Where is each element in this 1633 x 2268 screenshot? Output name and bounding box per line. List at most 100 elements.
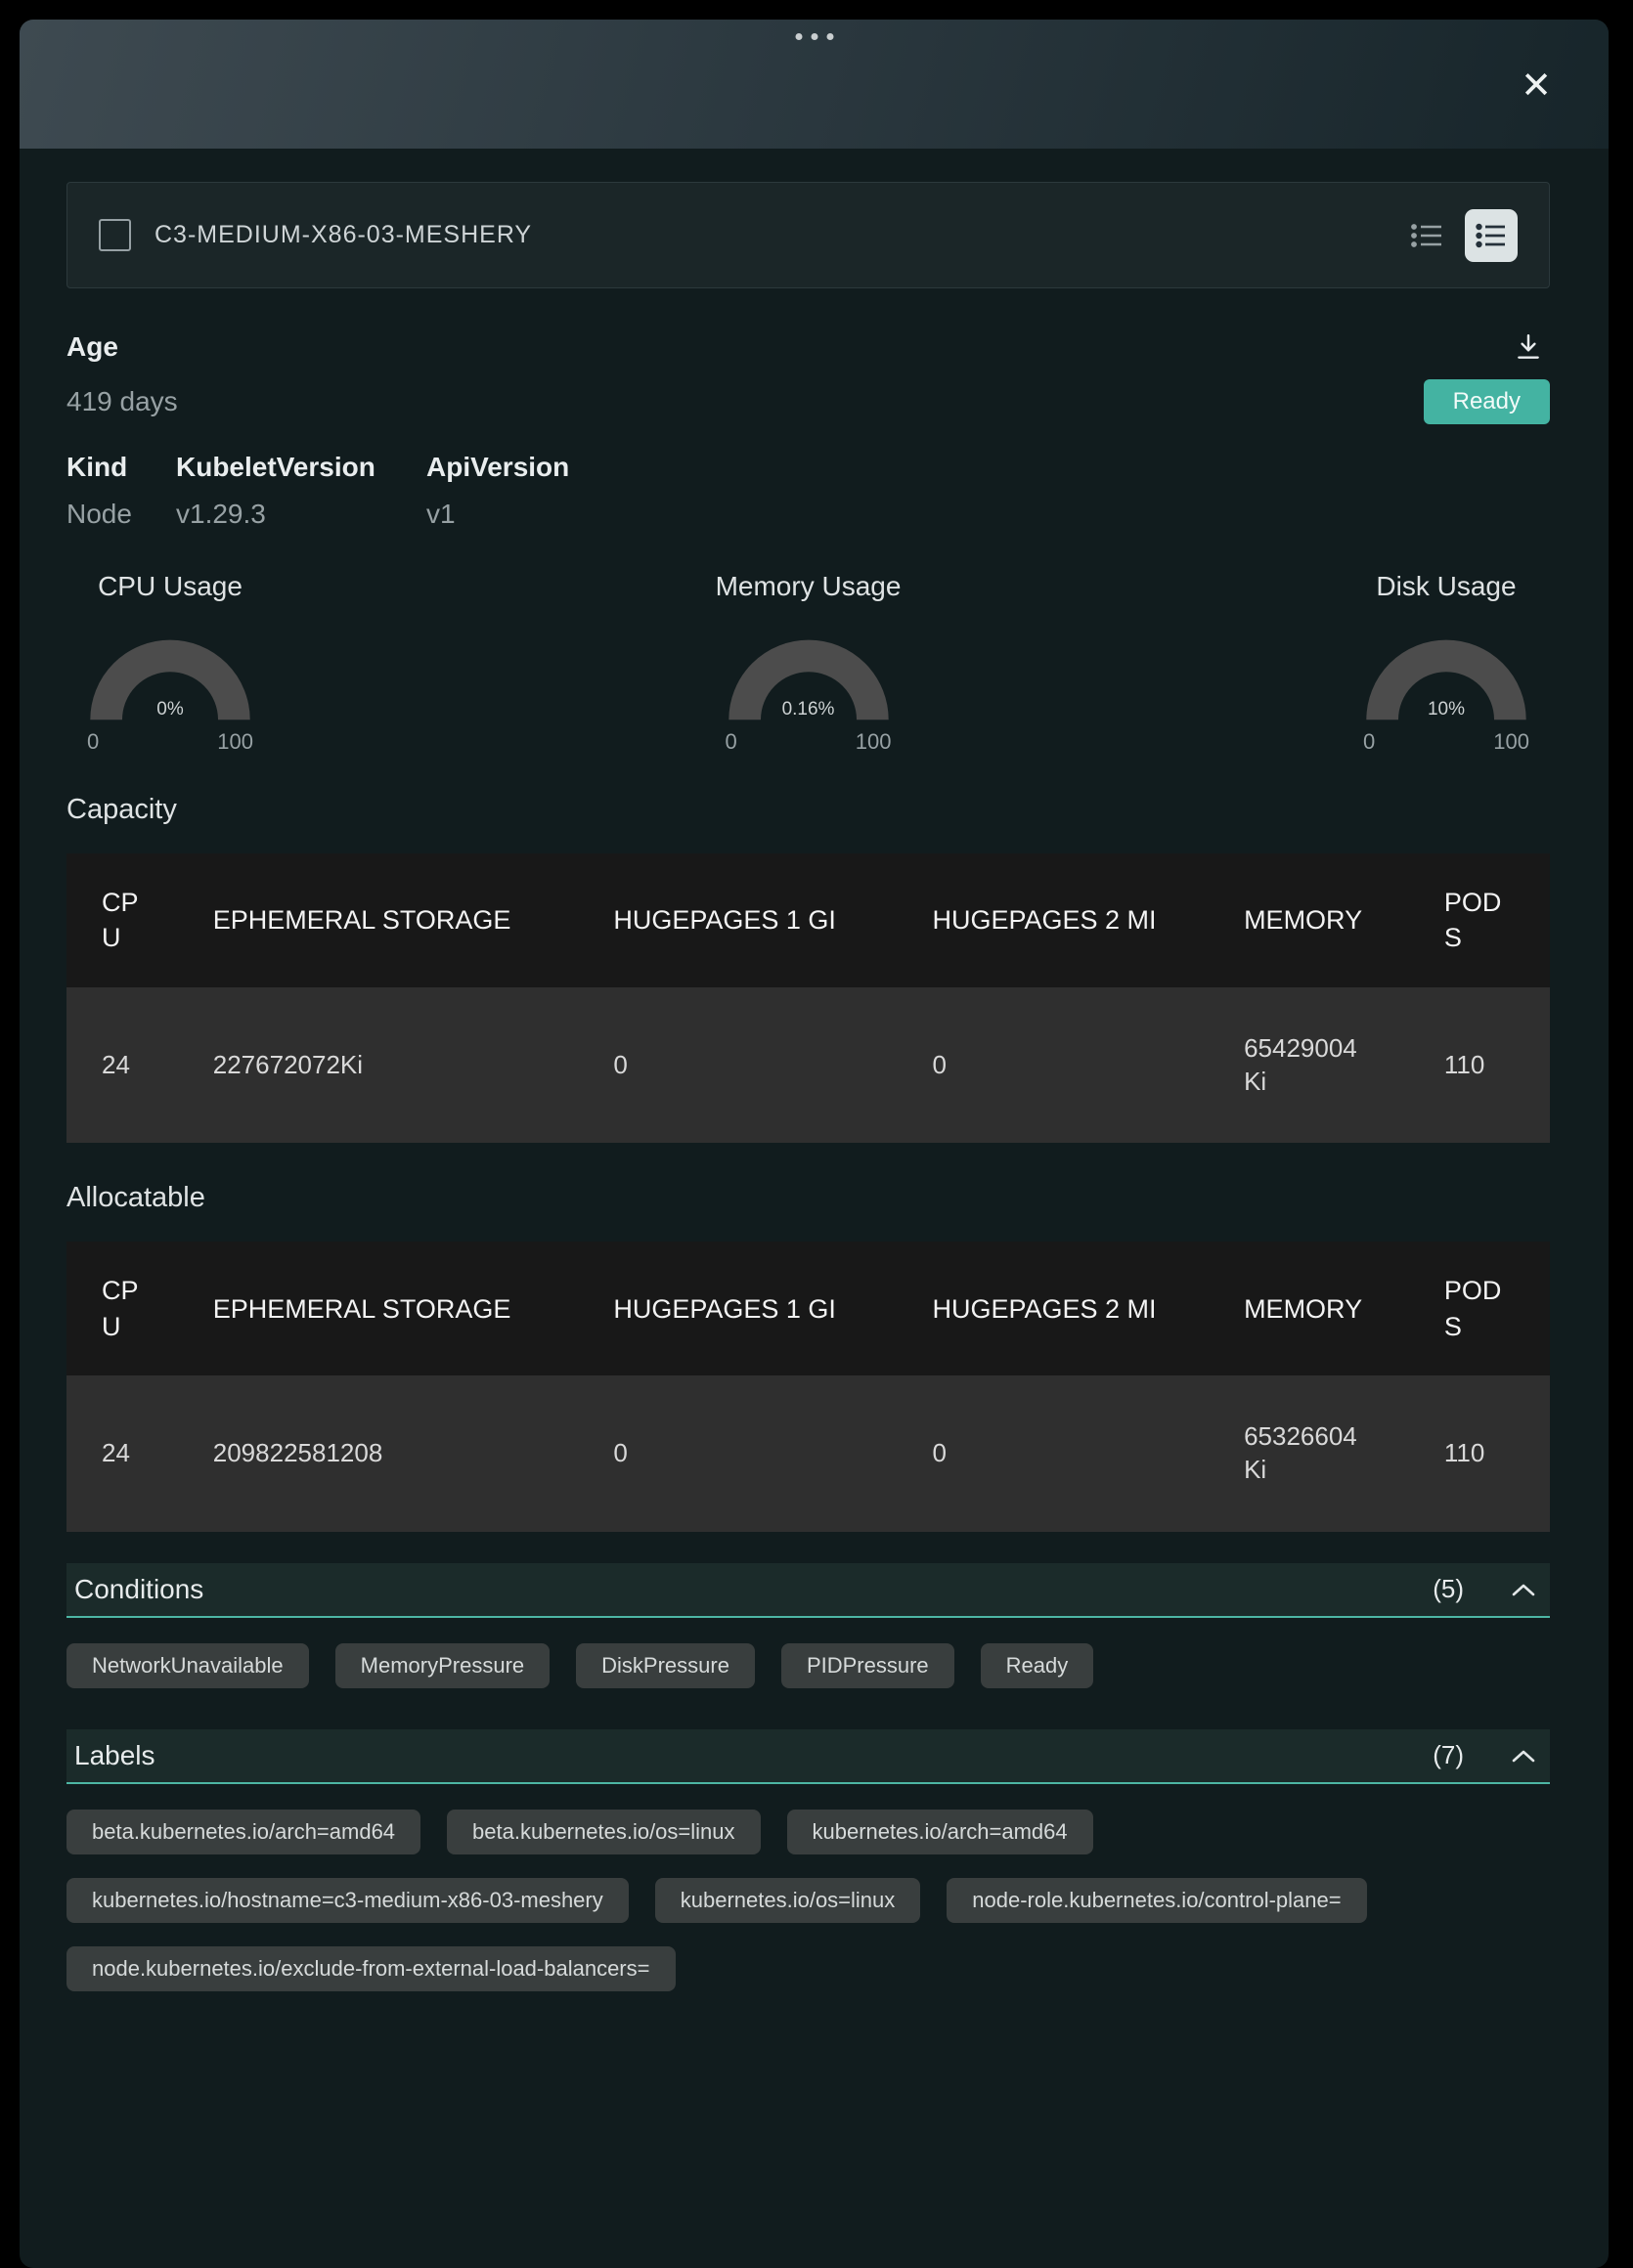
node-detail-modal: ✕ C3-MEDIUM-X86-03-MESHERY — [20, 20, 1609, 2268]
gauge-percent-label: 0.16% — [725, 699, 893, 720]
node-title: C3-MEDIUM-X86-03-MESHERY — [154, 221, 1410, 249]
compact-view-icon — [1410, 221, 1443, 250]
node-select-checkbox[interactable] — [99, 219, 131, 251]
cell: 24 — [66, 1375, 178, 1532]
gauge-min-label: 0 — [87, 729, 99, 755]
meta-kind: Kind Node — [66, 452, 176, 530]
gauge-percent-label: 10% — [1362, 699, 1530, 720]
conditions-title: Conditions — [74, 1574, 203, 1605]
cell: 0 — [898, 1375, 1210, 1532]
node-meta-row: Kind Node KubeletVersion v1.29.3 ApiVers… — [66, 452, 1550, 530]
view-toggle — [1410, 209, 1518, 262]
close-icon: ✕ — [1521, 67, 1552, 105]
condition-chip: NetworkUnavailable — [66, 1643, 309, 1688]
meta-value: v1 — [426, 499, 569, 530]
cell: 65429004Ki — [1209, 987, 1409, 1144]
conditions-section: Conditions (5) NetworkUnavailable Memory… — [66, 1563, 1550, 1688]
condition-chip: DiskPressure — [576, 1643, 755, 1688]
cell: 0 — [898, 987, 1210, 1144]
age-row: Age — [66, 331, 1550, 368]
col-header: MEMORY — [1209, 853, 1409, 987]
labels-chips: beta.kubernetes.io/arch=amd64 beta.kuber… — [66, 1810, 1550, 1991]
table-row: 24 227672072Ki 0 0 65429004Ki 110 — [66, 987, 1550, 1144]
modal-header: ✕ — [20, 20, 1609, 149]
col-header: PODS — [1409, 853, 1550, 987]
modal-content: C3-MEDIUM-X86-03-MESHERY — [20, 182, 1609, 1991]
cell: 209822581208 — [178, 1375, 579, 1532]
cpu-usage-gauge: CPU Usage 0% 0 100 — [74, 571, 266, 755]
allocatable-table: CPU EPHEMERAL STORAGE HUGEPAGES 1 GI HUG… — [66, 1242, 1550, 1531]
cell: 110 — [1409, 1375, 1550, 1532]
gauge-title: CPU Usage — [98, 571, 243, 602]
col-header: MEMORY — [1209, 1242, 1409, 1375]
meta-value: Node — [66, 499, 176, 530]
close-button[interactable]: ✕ — [1515, 65, 1558, 108]
chevron-up-icon[interactable] — [1511, 1748, 1536, 1764]
age-value-row: 419 days Ready — [66, 379, 1550, 424]
cell: 24 — [66, 987, 178, 1144]
gauge-percent-label: 0% — [86, 699, 254, 720]
labels-count: (7) — [1433, 1740, 1464, 1770]
memory-usage-gauge: Memory Usage 0.16% 0 100 — [713, 571, 905, 755]
cell: 110 — [1409, 987, 1550, 1144]
chevron-up-icon[interactable] — [1511, 1582, 1536, 1597]
capacity-table: CPU EPHEMERAL STORAGE HUGEPAGES 1 GI HUG… — [66, 853, 1550, 1143]
node-card-header: C3-MEDIUM-X86-03-MESHERY — [66, 182, 1550, 288]
col-header: EPHEMERAL STORAGE — [178, 853, 579, 987]
list-view-icon — [1476, 222, 1507, 249]
labels-title: Labels — [74, 1740, 155, 1771]
window-menu-dots-icon[interactable] — [795, 33, 833, 40]
gauge-min-label: 0 — [1363, 729, 1375, 755]
condition-chip: PIDPressure — [781, 1643, 954, 1688]
condition-chip: Ready — [981, 1643, 1094, 1688]
label-chip: node.kubernetes.io/exclude-from-external… — [66, 1946, 676, 1991]
download-icon — [1513, 331, 1544, 363]
col-header: CPU — [66, 1242, 178, 1375]
meta-value: v1.29.3 — [176, 499, 426, 530]
capacity-title: Capacity — [66, 794, 1550, 826]
age-value: 419 days — [66, 386, 178, 417]
gauge-max-label: 100 — [1493, 729, 1529, 755]
table-header-row: CPU EPHEMERAL STORAGE HUGEPAGES 1 GI HUG… — [66, 853, 1550, 987]
labels-section: Labels (7) beta.kubernetes.io/arch=amd64… — [66, 1729, 1550, 1991]
meta-label: KubeletVersion — [176, 452, 426, 483]
label-chip: beta.kubernetes.io/os=linux — [447, 1810, 760, 1854]
age-label: Age — [66, 331, 118, 363]
meta-api-version: ApiVersion v1 — [426, 452, 569, 530]
label-chip: kubernetes.io/os=linux — [655, 1878, 921, 1923]
label-chip: node-role.kubernetes.io/control-plane= — [947, 1878, 1366, 1923]
labels-section-header[interactable]: Labels (7) — [66, 1729, 1550, 1784]
gauge-title: Memory Usage — [716, 571, 902, 602]
gauge-title: Disk Usage — [1376, 571, 1516, 602]
conditions-section-header[interactable]: Conditions (5) — [66, 1563, 1550, 1618]
compact-view-button[interactable] — [1410, 221, 1443, 250]
col-header: HUGEPAGES 2 MI — [898, 853, 1210, 987]
label-chip: kubernetes.io/hostname=c3-medium-x86-03-… — [66, 1878, 629, 1923]
list-view-button[interactable] — [1465, 209, 1518, 262]
col-header: EPHEMERAL STORAGE — [178, 1242, 579, 1375]
conditions-count: (5) — [1433, 1574, 1464, 1604]
disk-usage-gauge: Disk Usage 10% 0 100 — [1350, 571, 1542, 755]
download-button[interactable] — [1513, 331, 1544, 368]
label-chip: beta.kubernetes.io/arch=amd64 — [66, 1810, 420, 1854]
gauge-min-label: 0 — [726, 729, 737, 755]
meta-kubelet-version: KubeletVersion v1.29.3 — [176, 452, 426, 530]
conditions-chips: NetworkUnavailable MemoryPressure DiskPr… — [66, 1643, 1550, 1688]
cell: 0 — [578, 987, 897, 1144]
table-row: 24 209822581208 0 0 65326604Ki 110 — [66, 1375, 1550, 1532]
allocatable-title: Allocatable — [66, 1182, 1550, 1214]
col-header: PODS — [1409, 1242, 1550, 1375]
gauge-max-label: 100 — [217, 729, 253, 755]
condition-chip: MemoryPressure — [335, 1643, 550, 1688]
status-badge: Ready — [1424, 379, 1550, 424]
usage-gauges-row: CPU Usage 0% 0 100 Memory Usage — [66, 571, 1550, 755]
table-header-row: CPU EPHEMERAL STORAGE HUGEPAGES 1 GI HUG… — [66, 1242, 1550, 1375]
col-header: HUGEPAGES 1 GI — [578, 1242, 897, 1375]
gauge-max-label: 100 — [856, 729, 892, 755]
col-header: HUGEPAGES 2 MI — [898, 1242, 1210, 1375]
label-chip: kubernetes.io/arch=amd64 — [787, 1810, 1093, 1854]
meta-label: ApiVersion — [426, 452, 569, 483]
cell: 0 — [578, 1375, 897, 1532]
cell: 227672072Ki — [178, 987, 579, 1144]
cell: 65326604Ki — [1209, 1375, 1409, 1532]
